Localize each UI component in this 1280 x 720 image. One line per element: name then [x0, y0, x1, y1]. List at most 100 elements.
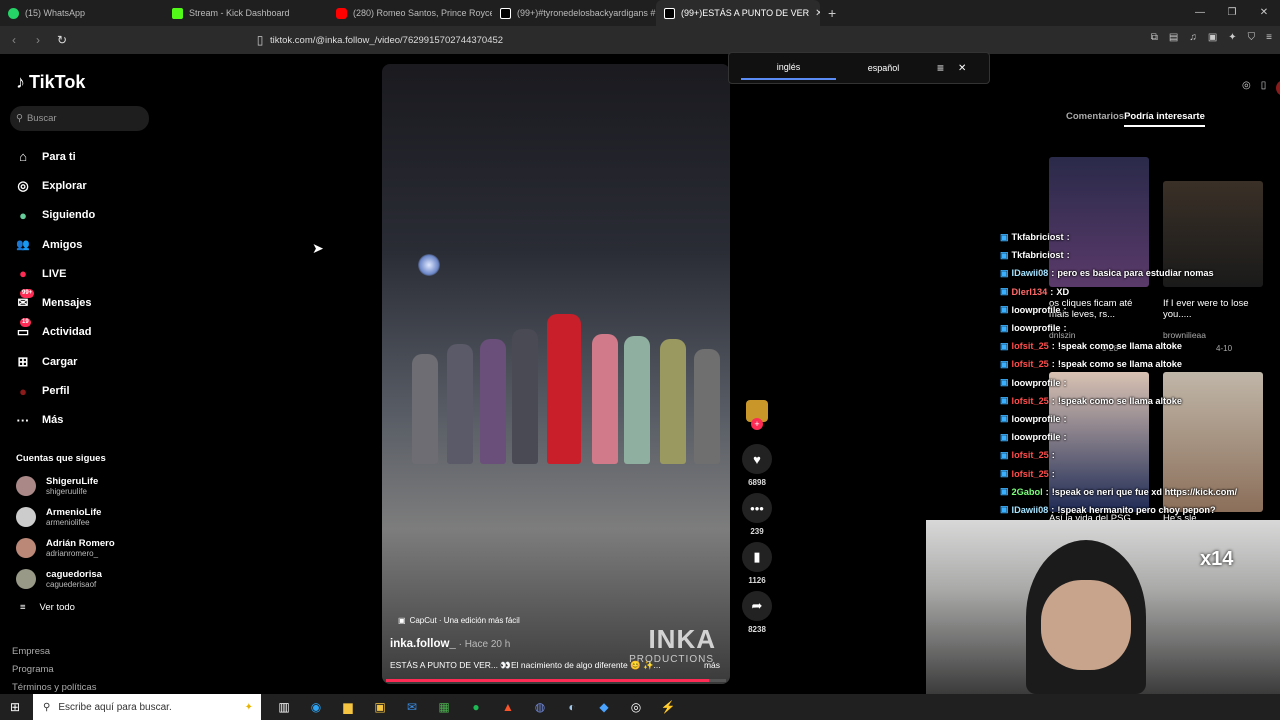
menu-item-actividad[interactable]: ▭ 19 Actividad [14, 318, 164, 347]
badge-icon: ▣ [1000, 340, 1009, 351]
followed-account[interactable]: Adrián Romero adrianromero_ [16, 538, 115, 558]
taskbar-search[interactable]: ⚲ Escribe aquí para buscar. ✦ [33, 694, 261, 720]
chat-separator: : [1050, 286, 1054, 297]
tab-title: Stream - Kick Dashboard [189, 8, 290, 18]
menu-item-explorar[interactable]: ◎ Explorar [14, 171, 164, 200]
phone-icon[interactable]: ▯ [1261, 80, 1267, 96]
like-button[interactable]: ♥ 6898 [740, 444, 774, 487]
footer-link[interactable]: Términos y políticas [12, 682, 96, 693]
menu-label: Amigos [42, 238, 83, 251]
sidebar-icon[interactable]: ▤ [1169, 32, 1178, 43]
footer-link[interactable]: Empresa [12, 646, 50, 657]
followed-account[interactable]: ShigeruLife shigeruulife [16, 476, 98, 496]
search-icon: ⚲ [16, 113, 23, 124]
menu-item-mas[interactable]: ··· Más [14, 406, 164, 435]
tiktok-logo[interactable]: ♪ TikTok [16, 72, 85, 93]
restore-button[interactable]: ❐ [1216, 0, 1248, 26]
folder-icon[interactable]: ▆ [339, 700, 357, 714]
creator-avatar[interactable]: + [740, 400, 774, 430]
close-icon[interactable]: ✕ [958, 63, 966, 74]
vpn-icon[interactable]: ⛉ [1248, 32, 1256, 43]
browser-tab[interactable]: (15) WhatsApp [0, 0, 164, 26]
back-icon[interactable]: ‹ [4, 33, 24, 47]
minimize-button[interactable]: — [1184, 0, 1216, 26]
badge-icon: ▣ [1000, 395, 1009, 406]
follow-plus-icon[interactable]: + [751, 418, 763, 430]
menu-item-perfil[interactable]: ● Perfil [14, 376, 164, 405]
followed-account[interactable]: caguedorisa caguederisaof [16, 569, 102, 589]
compass-icon[interactable]: ◎ [1242, 80, 1251, 96]
emote-multiplier: x14 [1200, 548, 1234, 570]
browser-tab-active[interactable]: (99+)ESTÁS A PUNTO DE VER ✕ [656, 0, 820, 26]
menu-item-amigos[interactable]: 👥 Amigos [14, 230, 164, 259]
close-tab-icon[interactable]: ✕ [815, 8, 820, 19]
tab-comentarios[interactable]: Comentarios [1066, 111, 1124, 127]
chat-username: 2Gabol [1011, 486, 1043, 497]
lang-option-spanish[interactable]: español [836, 57, 931, 79]
menu-item-mensajes[interactable]: ✉ 99+ Mensajes [14, 288, 164, 317]
account-name: Adrián Romero [46, 538, 115, 549]
footer-link[interactable]: Programa [12, 664, 54, 675]
task-view-icon[interactable]: ▥ [275, 700, 293, 714]
steam-icon[interactable]: ◐ [563, 700, 581, 714]
search-input[interactable]: ⚲ Buscar [10, 106, 149, 131]
followed-account[interactable]: ArmenioLife armeniolifee [16, 507, 101, 527]
menu-item-live[interactable]: ● LIVE [14, 259, 164, 288]
reload-icon[interactable]: ↻ [52, 33, 72, 47]
wallet-icon[interactable]: ▣ [1208, 32, 1217, 43]
brave-icon[interactable]: ▲ [499, 700, 517, 714]
music-icon[interactable]: ♫ [1189, 32, 1197, 43]
minecraft-icon[interactable]: ▦ [435, 700, 453, 714]
url-field[interactable]: tiktok.com/@inka.follow_/video/762991570… [270, 30, 990, 50]
more-link[interactable]: más [704, 660, 720, 671]
window-controls: — ❐ ✕ [1184, 0, 1280, 26]
mail-icon[interactable]: ✉ [403, 700, 421, 714]
edge-icon[interactable]: ◉ [307, 700, 325, 714]
lang-option-english[interactable]: inglés [741, 56, 836, 80]
game-icon[interactable]: ⚡ [659, 700, 677, 714]
chat-separator: : [1051, 268, 1055, 279]
comment-button[interactable]: ••• 239 [740, 493, 774, 536]
video-author[interactable]: inka.follow_ · Hace 20 h [390, 638, 510, 650]
chat-separator: : [1051, 450, 1055, 461]
browser-tab[interactable]: Stream - Kick Dashboard [164, 0, 328, 26]
badge-icon: ▣ [1000, 322, 1009, 333]
app-icon[interactable]: ◆ [595, 700, 613, 714]
chat-username: lofsit_25 [1011, 450, 1049, 461]
see-all-link[interactable]: ≡ Ver todo [20, 602, 75, 613]
tab-podria-interesarte[interactable]: Podría interesarte [1124, 111, 1205, 127]
spotify-icon[interactable]: ● [467, 700, 485, 714]
menu-icon[interactable]: ≡ [1266, 32, 1272, 43]
tiktok-sidebar: ♪ TikTok ⚲ Buscar ⌂ Para ti ◎ Explorar ● Sigu… [0, 54, 165, 694]
store-icon[interactable]: ▣ [371, 700, 389, 714]
close-window-button[interactable]: ✕ [1248, 0, 1280, 26]
discord-icon[interactable]: ◍ [531, 700, 549, 714]
chat-text: !speak como se llama altoke [1057, 395, 1182, 406]
mouse-cursor-icon: ➤ [312, 240, 324, 256]
menu-item-siguiendo[interactable]: ● Siguiendo [14, 201, 164, 230]
menu-item-para-ti[interactable]: ⌂ Para ti [14, 142, 164, 171]
menu-item-cargar[interactable]: ⊞ Cargar [14, 347, 164, 376]
forward-icon[interactable]: › [28, 33, 48, 47]
user-avatar[interactable] [1276, 80, 1280, 96]
obs-icon[interactable]: ◎ [627, 700, 645, 714]
menu-label: Más [42, 414, 64, 427]
windows-start-icon[interactable]: ⊞ [10, 700, 20, 714]
video-player[interactable]: ▣ CapCut · Una edición más fácil INKA PRO… [382, 64, 730, 684]
browser-tab[interactable]: (99+)#tyronedelosbackyardigans #p [492, 0, 656, 26]
save-button[interactable]: ▮ 1126 [740, 542, 774, 585]
chat-separator: : [1063, 432, 1067, 443]
new-tab-button[interactable]: + [828, 5, 836, 21]
activity-badge: 19 [20, 318, 31, 328]
chat-username: lofsit_25 [1011, 341, 1049, 352]
description-text: ESTÁS A PUNTO DE VER... 👀El nacimiento d… [390, 660, 661, 670]
capcut-label[interactable]: ▣ CapCut · Una edición más fácil [398, 616, 520, 625]
youtube-icon [336, 7, 347, 19]
share-button[interactable]: ➦ 8238 [740, 591, 774, 634]
menu-icon[interactable]: ≡ [937, 61, 944, 75]
ai-icon[interactable]: ✦ [1228, 32, 1236, 43]
video-progress[interactable] [386, 679, 726, 682]
extension-icon[interactable]: ⧉ [1151, 32, 1158, 43]
bookmark-icon[interactable]: ▯ [250, 33, 270, 47]
browser-tab[interactable]: (280) Romeo Santos, Prince Royce - E [328, 0, 492, 26]
